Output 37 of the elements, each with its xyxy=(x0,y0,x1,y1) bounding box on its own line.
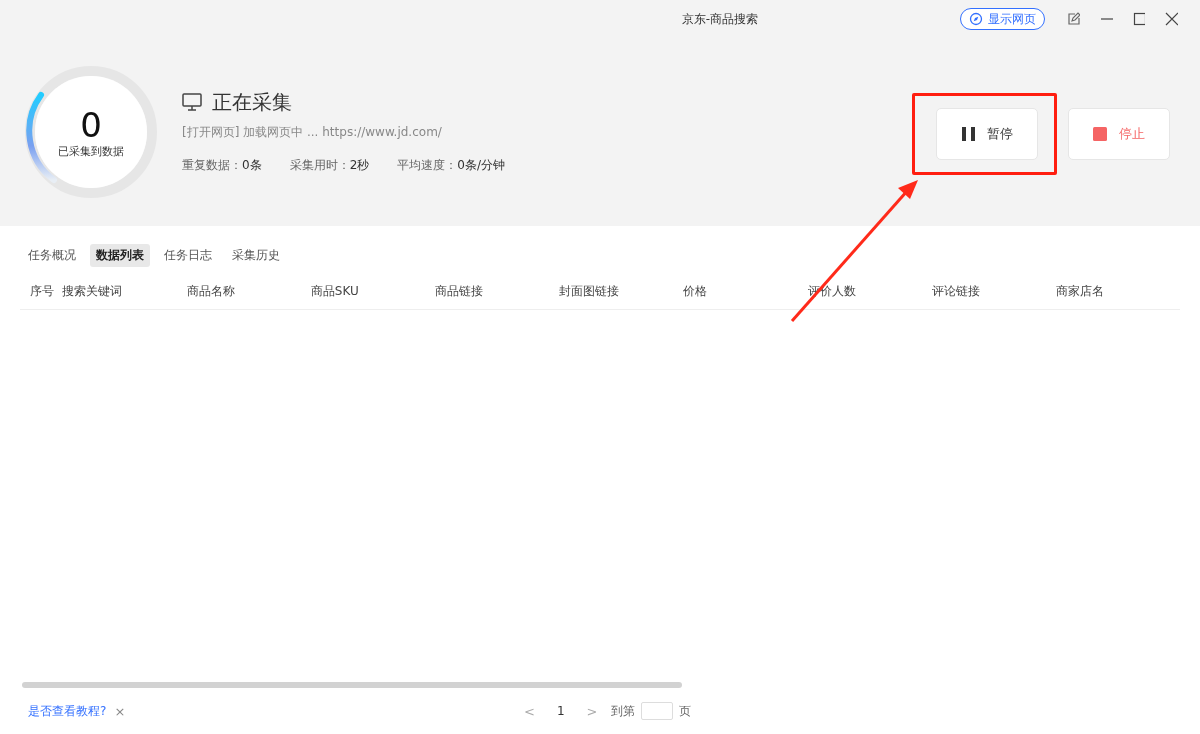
column-header: 评论链接 xyxy=(931,282,981,300)
close-icon[interactable] xyxy=(1165,12,1178,26)
column-header: 商品链接 xyxy=(435,282,484,300)
column-header: 价格 xyxy=(683,282,709,300)
stat-text: 重复数据：0条 xyxy=(182,156,262,174)
page-unit-label: 页 xyxy=(679,702,692,720)
stat-text: 采集用时：2秒 xyxy=(289,156,370,174)
horizontal-scrollbar[interactable] xyxy=(22,682,682,688)
page-number[interactable]: 1 xyxy=(548,704,573,718)
column-header: 商品SKU xyxy=(310,282,360,300)
collected-count: 0 xyxy=(80,105,102,144)
status-detail: [打开网页] 加载网页中 ... https://www.jd.com/ xyxy=(182,123,443,141)
window-title: 京东-商品搜索 xyxy=(680,10,760,28)
tab[interactable]: 数据列表 xyxy=(90,244,150,267)
monitor-icon xyxy=(182,93,202,111)
tab[interactable]: 任务概况 xyxy=(22,244,82,267)
column-header: 搜索关键词 xyxy=(62,282,124,300)
goto-label: 到第 xyxy=(611,702,636,720)
page-input[interactable] xyxy=(641,702,674,720)
stop-icon xyxy=(1093,127,1107,141)
pause-icon xyxy=(961,127,975,141)
tab[interactable]: 采集历史 xyxy=(226,244,286,267)
column-header: 序号 xyxy=(29,282,55,300)
stat-text: 平均速度：0条/分钟 xyxy=(397,156,505,174)
compass-icon xyxy=(969,12,983,26)
collected-label: 已采集到数据 xyxy=(58,143,124,159)
tab[interactable]: 任务日志 xyxy=(158,244,218,267)
status-title: 正在采集 xyxy=(212,88,292,116)
column-header: 商品名称 xyxy=(186,282,236,300)
column-header: 商家店名 xyxy=(1055,282,1105,300)
edit-icon[interactable] xyxy=(1067,12,1080,26)
maximize-icon[interactable] xyxy=(1132,12,1146,26)
show-page-button[interactable]: 显示网页 xyxy=(960,8,1045,30)
tutorial-link[interactable]: 是否查看教程? xyxy=(28,702,107,720)
pause-button[interactable]: 暂停 xyxy=(936,108,1038,160)
dismiss-button[interactable]: × xyxy=(112,703,128,719)
column-header: 封面图链接 xyxy=(559,282,621,300)
